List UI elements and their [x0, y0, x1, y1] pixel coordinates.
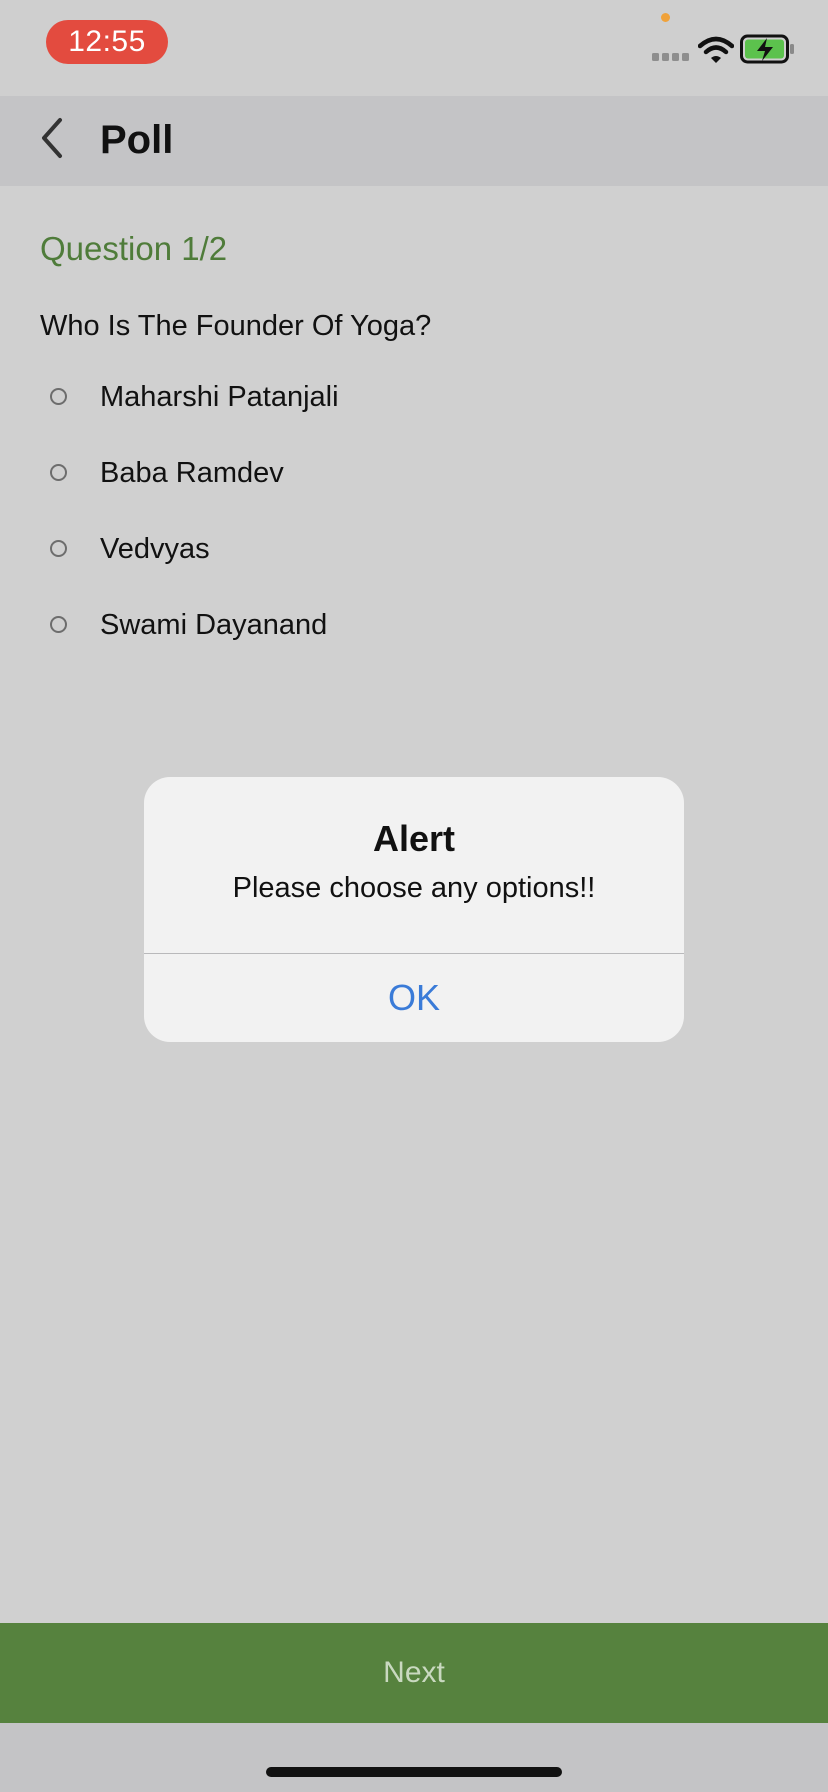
radio-button[interactable]	[50, 616, 67, 633]
question-number: Question 1/2	[40, 230, 228, 267]
status-time: 12:55	[46, 20, 168, 64]
radio-button[interactable]	[50, 540, 67, 557]
wifi-icon	[698, 36, 734, 63]
option-vedvyas[interactable]: Vedvyas	[40, 521, 740, 581]
status-bar: 12:55	[0, 0, 828, 96]
privacy-indicator-dot	[661, 13, 670, 22]
option-swami-dayanand[interactable]: Swami Dayanand	[40, 597, 740, 657]
option-label: Vedvyas	[100, 533, 210, 565]
alert-ok-button[interactable]: OK	[144, 954, 684, 1042]
option-label: Maharshi Patanjali	[100, 381, 339, 413]
alert-title: Alert	[372, 818, 456, 859]
next-button[interactable]: Next	[0, 1623, 828, 1723]
option-maharshi-patanjali[interactable]: Maharshi Patanjali	[40, 369, 740, 429]
alert-message: Please choose any options!!	[232, 872, 596, 904]
option-label: Baba Ramdev	[100, 457, 284, 489]
navigation-bar: Poll	[0, 96, 828, 186]
home-indicator-area	[0, 1723, 828, 1792]
radio-button[interactable]	[50, 464, 67, 481]
page-title: Poll	[100, 118, 174, 162]
signal-icon	[652, 53, 689, 61]
home-indicator[interactable]	[266, 1767, 562, 1777]
battery-charging-icon	[740, 34, 794, 64]
question-text: Who Is The Founder Of Yoga?	[40, 310, 432, 342]
back-button[interactable]	[28, 106, 76, 172]
alert-dialog: Alert Please choose any options!! OK	[144, 777, 684, 1042]
chevron-left-icon	[42, 118, 62, 158]
option-baba-ramdev[interactable]: Baba Ramdev	[40, 445, 740, 505]
option-label: Swami Dayanand	[100, 609, 328, 641]
radio-button[interactable]	[50, 388, 67, 405]
